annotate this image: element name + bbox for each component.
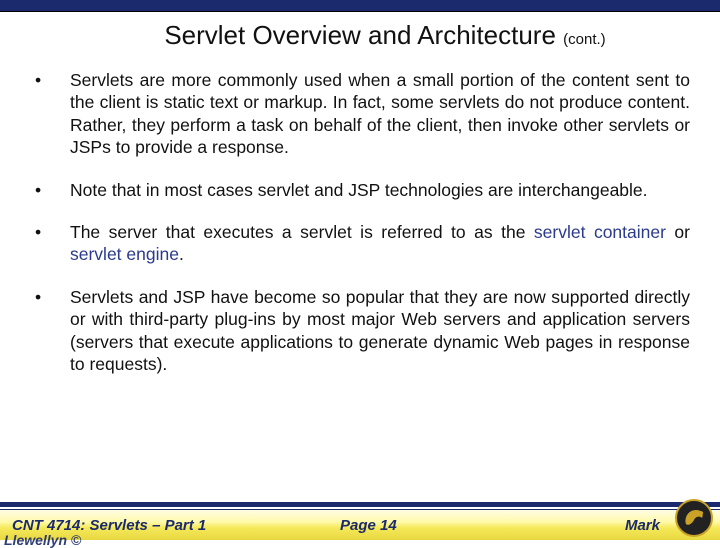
footer-bar: CNT 4714: Servlets – Part 1 Page 14 Mark	[0, 510, 720, 540]
text-run: Note that in most cases servlet and JSP …	[70, 180, 648, 200]
slide-content: Servlet Overview and Architecture (cont.…	[0, 12, 720, 375]
top-accent-bar	[0, 0, 720, 12]
bullet-text: Servlets are more commonly used when a s…	[70, 69, 690, 159]
text-run: or	[666, 222, 690, 242]
text-run: Servlets are more commonly used when a s…	[70, 70, 690, 157]
slide-title: Servlet Overview and Architecture (cont.…	[80, 20, 690, 51]
footer-cutoff-text: Llewellyn ©	[4, 532, 81, 548]
bullet-text: The server that executes a servlet is re…	[70, 221, 690, 266]
text-run: The server that executes a servlet is re…	[70, 222, 534, 242]
text-run: Servlets and JSP have become so popular …	[70, 287, 690, 374]
bullet-marker: •	[30, 286, 70, 376]
title-main: Servlet Overview and Architecture	[164, 20, 563, 50]
bullet-text: Note that in most cases servlet and JSP …	[70, 179, 690, 201]
bullet-text: Servlets and JSP have become so popular …	[70, 286, 690, 376]
bullet-item: •The server that executes a servlet is r…	[30, 221, 690, 266]
slide-footer: CNT 4714: Servlets – Part 1 Page 14 Mark…	[0, 502, 720, 540]
bullet-item: •Note that in most cases servlet and JSP…	[30, 179, 690, 201]
bullet-item: •Servlets and JSP have become so popular…	[30, 286, 690, 376]
text-run: .	[179, 244, 184, 264]
footer-rule-thick	[0, 502, 720, 507]
title-suffix: (cont.)	[563, 31, 606, 48]
bullet-marker: •	[30, 179, 70, 201]
bullet-marker: •	[30, 69, 70, 159]
ucf-pegasus-logo	[674, 498, 714, 538]
footer-page: Page 14	[340, 517, 397, 534]
footer-author: Mark	[625, 517, 660, 534]
bullet-item: •Servlets are more commonly used when a …	[30, 69, 690, 159]
bullet-marker: •	[30, 221, 70, 266]
highlighted-term: servlet engine	[70, 244, 179, 264]
bullet-list: •Servlets are more commonly used when a …	[30, 69, 690, 375]
footer-course: CNT 4714: Servlets – Part 1	[12, 517, 206, 534]
highlighted-term: servlet container	[534, 222, 666, 242]
